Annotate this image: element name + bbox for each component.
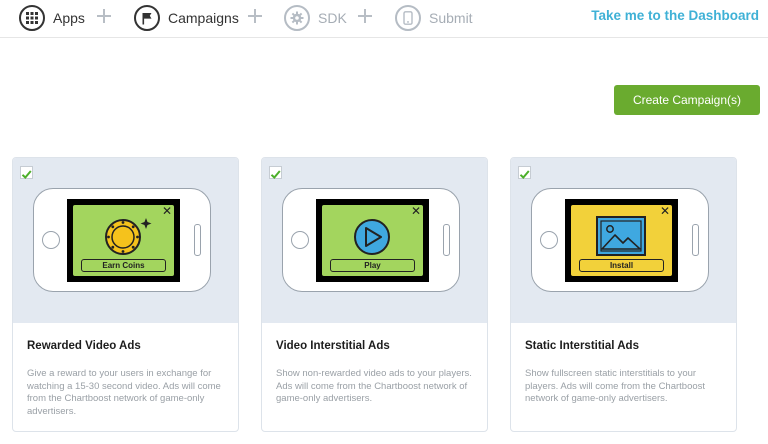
plus-icon xyxy=(358,9,372,23)
phone-side-button xyxy=(692,224,699,256)
phone-screen: ✕ Install xyxy=(565,199,678,282)
card-preview: ✕ Play xyxy=(262,158,487,323)
card-preview: ✕ Install xyxy=(511,158,736,323)
phone-illustration: ✕ Earn Coins xyxy=(33,188,211,292)
step-submit[interactable]: Submit xyxy=(395,5,473,31)
step-apps[interactable]: Apps xyxy=(19,5,85,31)
close-icon: ✕ xyxy=(659,204,670,218)
phone-illustration: ✕ Install xyxy=(531,188,709,292)
campaign-card-rewarded-video[interactable]: ✕ Earn Coins Rewarded Video Ads Give a r… xyxy=(12,157,239,432)
card-description: Show fullscreen static interstitials to … xyxy=(525,368,706,404)
card-checkbox[interactable] xyxy=(20,166,33,179)
checkmark-icon xyxy=(21,170,32,179)
grid-icon xyxy=(19,5,45,31)
checkmark-icon xyxy=(270,170,281,179)
phone-side-button xyxy=(443,224,450,256)
card-preview: ✕ Earn Coins xyxy=(13,158,238,323)
ad-cta-button: Earn Coins xyxy=(81,259,166,272)
step-label: Submit xyxy=(429,10,473,26)
card-title: Rewarded Video Ads xyxy=(27,340,141,352)
phone-side-button xyxy=(194,224,201,256)
phone-home-button xyxy=(540,231,558,249)
phone-home-button xyxy=(42,231,60,249)
ad-preview: ✕ Earn Coins xyxy=(73,205,174,276)
step-label: Campaigns xyxy=(168,10,239,26)
plus-icon xyxy=(248,9,262,23)
gear-icon xyxy=(284,5,310,31)
ad-preview: ✕ Play xyxy=(322,205,423,276)
ad-cta-button: Install xyxy=(579,259,664,272)
step-label: SDK xyxy=(318,10,347,26)
campaign-card-video-interstitial[interactable]: ✕ Play Video Interstitial Ads Show non-r… xyxy=(261,157,488,432)
phone-icon xyxy=(395,5,421,31)
card-checkbox[interactable] xyxy=(518,166,531,179)
step-label: Apps xyxy=(53,10,85,26)
card-description: Show non-rewarded video ads to your play… xyxy=(276,368,472,404)
card-title: Static Interstitial Ads xyxy=(525,340,639,352)
step-sdk[interactable]: SDK xyxy=(284,5,347,31)
wizard-nav: Apps Campaigns SDK Submit Take me to the… xyxy=(0,0,768,38)
phone-home-button xyxy=(291,231,309,249)
create-campaign-button[interactable]: Create Campaign(s) xyxy=(614,85,760,115)
campaign-card-static-interstitial[interactable]: ✕ Install Static Interstitial Ads Show f… xyxy=(510,157,737,432)
card-description: Give a reward to your users in exchange … xyxy=(27,368,221,417)
dashboard-link[interactable]: Take me to the Dashboard xyxy=(591,8,759,23)
ad-cta-button: Play xyxy=(330,259,415,272)
close-icon: ✕ xyxy=(410,204,421,218)
flag-icon xyxy=(134,5,160,31)
close-icon: ✕ xyxy=(161,204,172,218)
card-checkbox[interactable] xyxy=(269,166,282,179)
step-campaigns[interactable]: Campaigns xyxy=(134,5,239,31)
checkmark-icon xyxy=(519,170,530,179)
phone-screen: ✕ Play xyxy=(316,199,429,282)
card-title: Video Interstitial Ads xyxy=(276,340,390,352)
ad-preview: ✕ Install xyxy=(571,205,672,276)
phone-illustration: ✕ Play xyxy=(282,188,460,292)
phone-screen: ✕ Earn Coins xyxy=(67,199,180,282)
plus-icon xyxy=(97,9,111,23)
